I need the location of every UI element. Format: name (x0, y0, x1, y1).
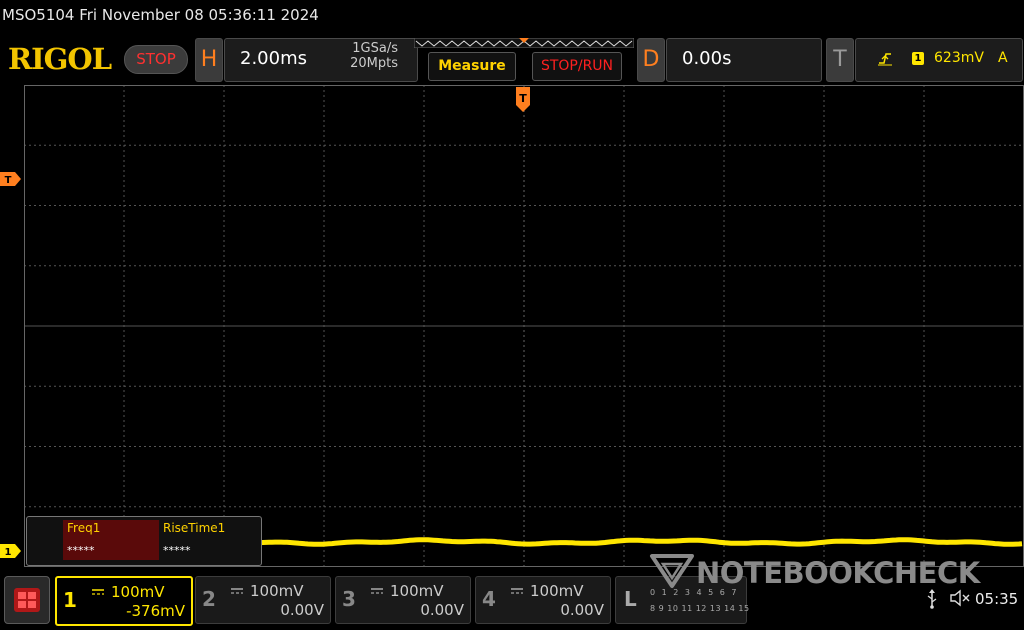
grid-lines (24, 85, 1024, 567)
channel-scale: 100mV (530, 582, 584, 600)
channel-number: 3 (342, 587, 356, 611)
trigger-position-marker[interactable]: T (515, 87, 531, 113)
logic-channels-row-2: 8 9 10 11 12 13 14 15 (650, 604, 750, 613)
channel-offset: 0.00V (560, 601, 604, 619)
channel-scale: 100mV (111, 583, 165, 601)
dc-coupling-icon (231, 588, 243, 594)
stop-run-button[interactable]: STOP/RUN (532, 52, 622, 81)
dc-coupling-icon (511, 588, 523, 594)
watermark-text: NOTEBOOKCHECK (696, 556, 980, 590)
notebookcheck-logo-icon (650, 554, 694, 588)
channel-scale: 100mV (390, 582, 444, 600)
measure-button[interactable]: Measure (428, 52, 516, 81)
measurement-label: Freq1 (67, 521, 101, 535)
channel-number: 2 (202, 587, 216, 611)
channel-offset: 0.00V (280, 601, 324, 619)
title-line: MSO5104 Fri November 08 05:36:11 2024 (2, 6, 319, 24)
channel-offset: -376mV (126, 602, 185, 620)
delay-value: 0.00s (682, 48, 732, 69)
trigger-menu-button[interactable]: T (826, 38, 854, 82)
channel-scale: 100mV (250, 582, 304, 600)
horizontal-menu-button[interactable]: H (195, 38, 223, 82)
sample-rate: 1GSa/s (352, 41, 398, 56)
usb-icon (927, 589, 937, 609)
measurement-value: ***** (67, 544, 95, 557)
channel-1-box[interactable]: 1 100mV -376mV (55, 576, 193, 626)
channel-1-offset-marker[interactable]: 1 (0, 544, 22, 558)
main-menu-button[interactable] (4, 576, 50, 624)
acquisition-info: 1GSa/s 20Mpts (338, 41, 398, 71)
trigger-position-label: T (519, 92, 527, 105)
channel-number: 1 (63, 588, 77, 612)
channel-1-marker-label: 1 (5, 547, 12, 558)
channel-number: 4 (482, 587, 496, 611)
trigger-level-marker[interactable]: T (0, 172, 22, 186)
rigol-logo: RIGOL (8, 42, 112, 76)
measurement-panel[interactable]: Freq1 ***** RiseTime1 ***** (26, 516, 262, 566)
trigger-level-label: T (5, 175, 12, 186)
channel-1-waveform (259, 537, 1023, 547)
waveform-grid[interactable] (24, 85, 1024, 567)
measurement-label: RiseTime1 (163, 521, 226, 535)
speaker-muted-icon[interactable] (950, 589, 970, 607)
system-clock: 05:35 (975, 590, 1019, 608)
trigger-slope-rising-icon (878, 53, 892, 66)
run-state-badge[interactable]: STOP (124, 45, 188, 74)
measurement-risetime[interactable]: RiseTime1 ***** (159, 520, 255, 560)
timebase-value: 2.00ms (240, 48, 307, 69)
channel-2-box[interactable]: 2 100mV 0.00V (195, 576, 331, 624)
trigger-level-value: 623mV (934, 50, 984, 66)
memory-position-bar[interactable] (414, 38, 634, 48)
logic-letter: L (624, 587, 637, 611)
measurement-freq[interactable]: Freq1 ***** (63, 520, 159, 560)
dc-coupling-icon (371, 588, 383, 594)
channel-3-box[interactable]: 3 100mV 0.00V (335, 576, 471, 624)
channel-4-box[interactable]: 4 100mV 0.00V (475, 576, 611, 624)
channel-offset: 0.00V (420, 601, 464, 619)
measurement-value: ***** (163, 544, 191, 557)
memory-depth: 20Mpts (350, 56, 398, 71)
dc-coupling-icon (92, 589, 104, 595)
trigger-source-badge: 1 (912, 52, 924, 65)
delay-menu-button[interactable]: D (637, 38, 665, 82)
menu-grid-icon (14, 588, 40, 612)
trigger-mode: A (998, 50, 1008, 66)
